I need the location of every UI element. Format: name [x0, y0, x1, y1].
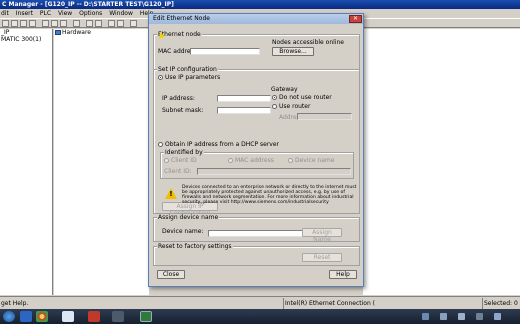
menu-plc[interactable]: PLC	[40, 10, 51, 17]
factory-reset-group: Reset to factory settings Reset	[153, 243, 360, 266]
no-router-label: Do not use router	[279, 94, 332, 101]
mac-address-radio[interactable]	[228, 158, 233, 163]
use-ip-parameters-radio[interactable]	[158, 75, 163, 80]
router-address-input[interactable]	[297, 113, 352, 120]
hardware-icon	[55, 30, 61, 35]
tray-clock-icon[interactable]	[494, 313, 501, 320]
network-app-icon[interactable]	[62, 311, 74, 322]
assign-name-button[interactable]: Assign Name	[302, 228, 342, 243]
subnet-mask-label: Subnet mask:	[162, 107, 204, 114]
accessible-nodes-icon[interactable]	[20, 20, 27, 27]
tray-battery-icon[interactable]	[476, 313, 483, 320]
tray-volume-icon[interactable]	[458, 313, 465, 320]
starter-icon[interactable]	[112, 311, 124, 322]
device-name-group-label: Assign device name	[157, 214, 220, 221]
dhcp-label: Obtain IP address from a DHCP server	[165, 141, 280, 148]
use-ip-parameters-label: Use IP parameters	[165, 74, 221, 81]
close-icon[interactable]: ✕	[349, 15, 362, 23]
project-tree: _IP MATIC 300(1)	[0, 29, 53, 295]
tray-network-icon[interactable]	[440, 313, 447, 320]
paste-icon[interactable]	[60, 20, 67, 27]
status-bar: get Help. Intel(R) Ethernet Connection (…	[0, 296, 520, 320]
device-name-radio[interactable]	[288, 158, 293, 163]
status-divider	[482, 298, 483, 309]
memory-card-icon[interactable]	[29, 20, 36, 27]
client-id-input[interactable]	[197, 168, 351, 175]
copy-icon[interactable]	[51, 20, 58, 27]
warning-exclamation: !	[169, 190, 173, 198]
subnet-mask-input[interactable]	[217, 107, 271, 114]
tree-item-project[interactable]: _IP	[0, 29, 52, 36]
edit-ethernet-node-dialog: Edit Ethernet Node ✕ Ethernet node Nodes…	[148, 13, 364, 287]
chrome-icon[interactable]	[36, 311, 48, 322]
device-name-input[interactable]	[208, 230, 312, 237]
ip-configuration-group-label: Set IP configuration	[157, 66, 218, 73]
simatic-manager-task-icon[interactable]	[140, 311, 152, 322]
view-list-icon[interactable]	[108, 20, 115, 27]
open-icon[interactable]	[11, 20, 18, 27]
ie-icon[interactable]	[20, 311, 32, 322]
identified-by-label: Identified by	[164, 149, 204, 156]
security-warning-text: Devices connected to an enterprise netwo…	[182, 185, 357, 205]
object-pane-right	[363, 29, 520, 295]
no-router-radio[interactable]	[272, 95, 277, 100]
use-router-label: Use router	[279, 103, 311, 110]
view-details-icon[interactable]	[117, 20, 124, 27]
client-id-radio[interactable]	[164, 158, 169, 163]
download-icon[interactable]	[73, 20, 80, 27]
tray-flag-icon[interactable]	[422, 313, 429, 320]
mac-address-option-label: MAC address	[235, 157, 274, 164]
start-button-icon[interactable]	[3, 311, 15, 322]
object-pane: Hardware	[54, 29, 149, 295]
hardware-label: Hardware	[62, 29, 91, 36]
menu-edit[interactable]: dit	[1, 10, 9, 17]
mac-address-input[interactable]	[190, 48, 260, 55]
status-divider	[283, 298, 284, 309]
gateway-label: Gateway	[271, 86, 298, 93]
dhcp-radio[interactable]	[158, 142, 163, 147]
nodes-online-label: Nodes accessible online	[272, 39, 344, 46]
menu-insert[interactable]: Insert	[16, 10, 33, 17]
dialog-title: Edit Ethernet Node	[149, 14, 363, 24]
identified-by-group: Identified by Client ID MAC address Devi…	[160, 149, 354, 179]
use-router-radio[interactable]	[272, 104, 277, 109]
device-name-group: Assign device name Device name: Assign N…	[153, 214, 360, 243]
ip-address-input[interactable]	[217, 95, 271, 102]
device-name-option-label: Device name	[295, 157, 335, 164]
close-button[interactable]: Close	[157, 270, 185, 279]
ip-address-label: IP address:	[162, 95, 195, 102]
menu-window[interactable]: Window	[109, 10, 133, 17]
device-name-label: Device name:	[162, 228, 204, 235]
browse-button[interactable]: Browse...	[272, 47, 314, 56]
client-id-option-label: Client ID	[171, 157, 197, 164]
reset-button[interactable]: Reset	[302, 253, 342, 262]
gateway-group: Gateway Do not use router Use router Add…	[269, 86, 355, 125]
hardware-item[interactable]: Hardware	[54, 29, 149, 36]
menu-options[interactable]: Options	[79, 10, 102, 17]
factory-reset-group-label: Reset to factory settings	[157, 243, 233, 250]
tree-item-station[interactable]: MATIC 300(1)	[0, 36, 52, 43]
help-button[interactable]: Help	[329, 270, 357, 279]
app-title-bar: C Manager - [G120_IP -- D:\STARTER TEST\…	[0, 0, 520, 9]
filter-icon[interactable]	[130, 20, 137, 27]
pdf-reader-icon[interactable]	[88, 311, 100, 322]
client-id-label: Client ID:	[164, 168, 192, 175]
menu-view[interactable]: View	[58, 10, 72, 17]
taskbar	[0, 309, 520, 324]
cut-icon[interactable]	[42, 20, 49, 27]
offline-icon[interactable]	[95, 20, 102, 27]
online-icon[interactable]	[86, 20, 93, 27]
new-icon[interactable]	[2, 20, 9, 27]
